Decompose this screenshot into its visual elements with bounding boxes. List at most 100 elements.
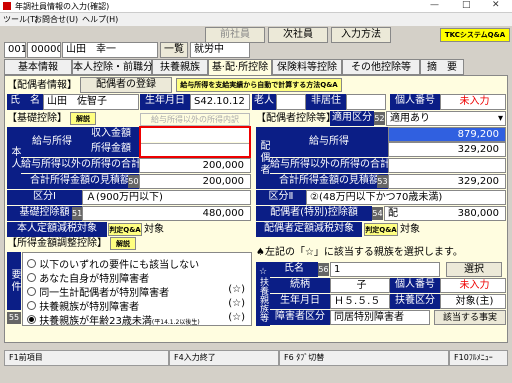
spouse-dob-field[interactable]: S42.10.12 — [190, 94, 250, 110]
self-salary-amount-field[interactable] — [141, 143, 249, 156]
elderly-field[interactable] — [276, 94, 306, 110]
radio-option-1[interactable] — [27, 273, 36, 282]
spouse-tax-reduction-value: 対象 — [400, 224, 420, 235]
option-dependent-under-23[interactable]: 扶養親族が年齢23歳未満(平14.1.2以後生) (☆) — [27, 312, 251, 327]
spouse-amount-value: 380,000 — [457, 208, 499, 219]
basic-deduction-header: 【基礎控除】 — [7, 113, 67, 124]
self-total-estimate-label: 合計所得金額の見積額 — [21, 174, 139, 189]
select-button[interactable]: 選択 — [446, 262, 502, 277]
f10-full-menu-button[interactable]: F10ﾌﾙﾒﾆｭｰ — [449, 350, 508, 366]
spouse-judgment-qa-button[interactable]: 判定Q&A — [364, 223, 398, 236]
f6-tab-switch-button[interactable]: F6 ﾀﾌﾞ切替 — [279, 350, 449, 366]
elderly-label: 老人 — [252, 94, 276, 110]
disability-label: 障害者区分 — [270, 310, 330, 325]
spouse-side-label: 配偶者 — [256, 127, 270, 189]
other-income-breakdown-hint[interactable]: 給与所得以外の所得内訳 — [140, 113, 250, 126]
dependent-name-label: 氏名 — [270, 262, 318, 277]
spouse-income-amount-field[interactable]: 879,200 — [388, 127, 506, 142]
title-bar: 年調社員情報の入力(確認) — □ ✕ — [0, 0, 512, 13]
close-button[interactable]: ✕ — [492, 0, 500, 10]
dependent-dob-label: 生年月日 — [270, 294, 330, 309]
requirement-options: 以下のいずれの要件にも該当しない あなた自身が特別障害者 同一生計配偶者が特別障… — [22, 252, 252, 327]
auto-calc-qa-button[interactable]: 給与所得を支給実績から自動で計算する方法Q&A — [176, 78, 342, 92]
employee-code1: 001 — [4, 42, 26, 58]
nonresident-field[interactable] — [346, 94, 386, 110]
spouse-salary-income-label: 給与所得 — [270, 127, 388, 157]
minimize-button[interactable]: — — [430, 0, 439, 10]
self-salary-income-label: 給与所得 — [21, 127, 83, 157]
spouse-other-income-field[interactable] — [388, 158, 506, 173]
relation-field: 子 — [330, 278, 390, 293]
spouse-tax-reduction-label: 配偶者定額減税対象 — [256, 222, 362, 237]
tab-self-deduction[interactable]: 本人控除・前職分 — [72, 59, 153, 75]
requirement-side-label: 要件 — [7, 252, 21, 310]
self-judgment-qa-button[interactable]: 判定Q&A — [108, 223, 142, 236]
option-self-special-disabled[interactable]: あなた自身が特別障害者 — [27, 270, 149, 285]
nonresident-label: 非居住 — [306, 94, 346, 110]
spouse-total-estimate-field: 329,200 — [388, 174, 506, 189]
option-sublabel: (平14.1.2以後生) — [151, 319, 200, 326]
self-total-num: 50 — [128, 175, 139, 188]
apply-category-select[interactable]: 適用あり ▾ — [386, 111, 506, 126]
spouse-mynumber-value[interactable]: 未入力 — [440, 94, 506, 110]
radio-option-2[interactable] — [27, 287, 36, 296]
input-method-button[interactable]: 入力方法 — [331, 27, 391, 43]
radio-option-4[interactable] — [27, 315, 36, 324]
disability-field: 同居特別障害者 — [330, 310, 430, 325]
spouse-other-income-label: 給与所得以外の所得の合計 — [270, 158, 388, 173]
apply-category-value: 適用あり — [390, 113, 430, 124]
spouse-name-field[interactable]: 山田 佐智子 — [43, 94, 139, 110]
chevron-down-icon[interactable]: ▾ — [498, 112, 503, 125]
spouse-mynumber-label: 個人番号 — [390, 94, 440, 110]
radio-option-3[interactable] — [27, 301, 36, 310]
employee-name: 山田 幸一 — [62, 42, 158, 58]
next-employee-button[interactable]: 次社員 — [268, 27, 328, 43]
register-spouse-button[interactable]: 配偶者の登録 — [80, 77, 172, 93]
radio-option-0[interactable] — [27, 259, 36, 268]
spouse-salary-amount-field[interactable]: 329,200 — [388, 142, 506, 157]
menu-tools[interactable]: ツール(T) — [3, 14, 38, 25]
basic-deduction-amount-field: 480,000 — [82, 206, 251, 221]
tab-other[interactable]: その他控除等 — [342, 59, 420, 75]
option-spouse-special-disabled[interactable]: 同一生計配偶者が特別障害者 (☆) — [27, 284, 251, 299]
tab-basic[interactable]: 基本情報 — [4, 59, 72, 75]
qa-button[interactable]: TKCシステムQ&A — [440, 28, 510, 42]
prev-employee-button[interactable]: 前社員 — [205, 27, 265, 43]
tab-insurance[interactable]: 保険料等控除 — [272, 59, 342, 75]
dependent-category-field: 対象(主) — [440, 294, 506, 309]
app-icon — [3, 2, 11, 10]
category-2-field: ②(48万円以下かつ70歳未満) — [306, 190, 506, 205]
category-1-field: Ａ(900万円以下) — [82, 190, 251, 205]
tab-dependents[interactable]: 扶養親族 — [152, 59, 208, 75]
spouse-amount-num: 54 — [372, 207, 383, 220]
spouse-deduction-amount-label: 配偶者(特別)控除額 — [256, 206, 372, 221]
self-other-income-field[interactable]: 200,000 — [139, 158, 251, 173]
self-other-income-label: 給与所得以外の所得の合計 — [21, 158, 139, 173]
f1-prev-item-button[interactable]: F1前項目 — [4, 350, 169, 366]
tab-summary[interactable]: 摘 要 — [420, 59, 464, 75]
dependent-name-field[interactable]: 1 — [330, 262, 440, 277]
option-dependent-special-disabled[interactable]: 扶養親族が特別障害者 (☆) — [27, 298, 251, 313]
menu-help[interactable]: ヘルプ(H) — [82, 14, 118, 25]
star-mark: (☆) — [228, 284, 245, 295]
self-salary-amount-label: 所得金額 — [83, 142, 139, 157]
spouse-amount-prefix: 配 — [388, 208, 398, 219]
maximize-button[interactable]: □ — [462, 0, 471, 10]
option-none[interactable]: 以下のいずれの要件にも該当しない — [27, 256, 199, 271]
menu-inquiry[interactable]: お問合せ(U) — [34, 14, 78, 25]
spouse-dob-label: 生年月日 — [140, 94, 190, 110]
basic-deduction-amount-label: 基礎控除額 — [7, 206, 82, 221]
spouse-total-estimate-label: 合計所得金額の見積額 — [270, 174, 388, 189]
f4-end-input-button[interactable]: F4入力終了 — [169, 350, 279, 366]
self-income-amount-field[interactable] — [141, 128, 249, 142]
employee-status: 就労中 — [190, 42, 250, 58]
list-button[interactable]: 一覧 — [160, 42, 188, 58]
basic-explain-button[interactable]: 解説 — [70, 112, 96, 125]
category-2-label: 区分Ⅱ — [256, 190, 306, 205]
adjustment-explain-button[interactable]: 解説 — [110, 237, 136, 250]
dependent-mynumber-label: 個人番号 — [390, 278, 440, 293]
applicable-fact-button[interactable]: 該当する事実 — [434, 310, 506, 325]
dependent-name-num: 56 — [318, 263, 329, 276]
window-title: 年調社員情報の入力(確認) — [15, 2, 110, 11]
tab-basic-spouse-income[interactable]: 基·配·所控除 — [208, 59, 272, 75]
